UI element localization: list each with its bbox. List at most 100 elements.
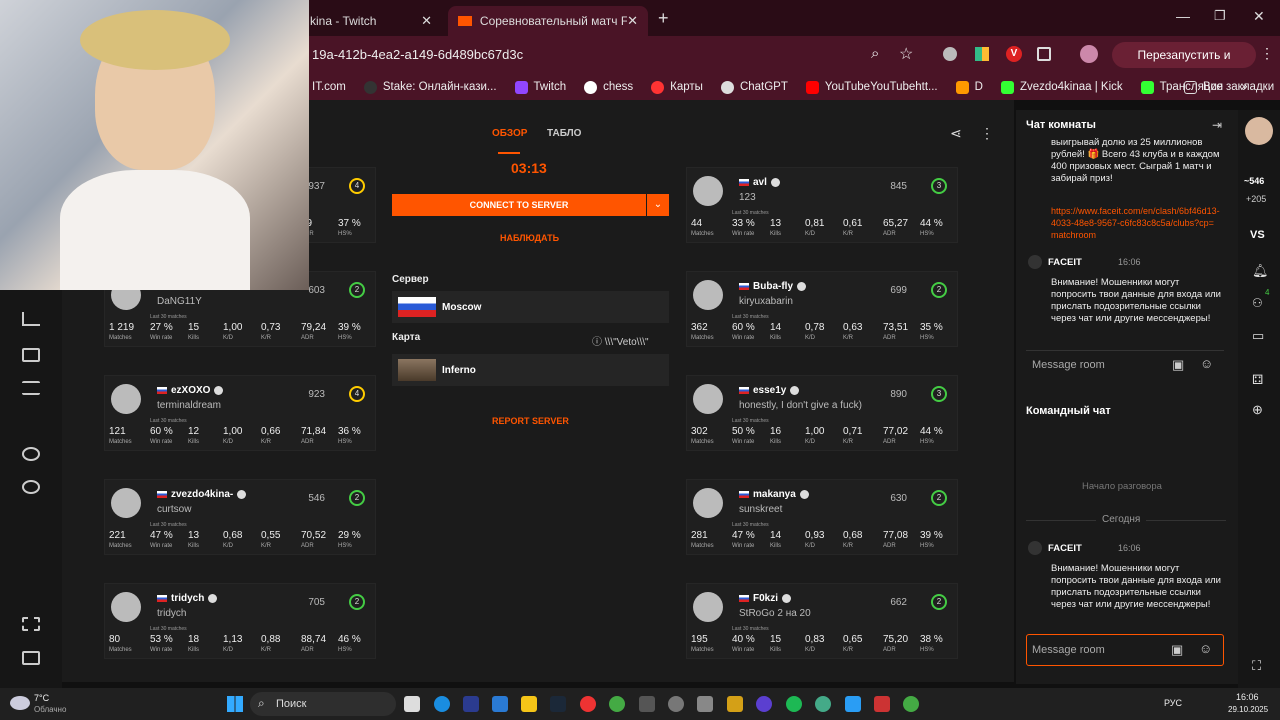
- add-friend-icon[interactable]: ⊕: [1252, 402, 1263, 418]
- puzzle-icon[interactable]: [1037, 47, 1051, 61]
- player-avatar[interactable]: [111, 488, 141, 518]
- new-tab-icon[interactable]: +: [658, 8, 669, 29]
- player-nick[interactable]: makanya: [739, 489, 809, 500]
- store-icon[interactable]: [492, 696, 508, 712]
- player-card[interactable]: ezXOXO terminaldream 923 4 Last 30 matches 12…: [104, 375, 376, 451]
- close-icon[interactable]: ✕: [627, 13, 638, 29]
- player-nick[interactable]: Buba-fly: [739, 281, 806, 292]
- folder-icon[interactable]: [521, 696, 537, 712]
- bookmark-item[interactable]: Zvezdo4kinaa | Kick: [1000, 80, 1123, 94]
- promo-link[interactable]: https://www.faceit.com/en/clash/6bf46d13…: [1051, 205, 1221, 241]
- watch-button[interactable]: НАБЛЮДАТЬ: [500, 233, 559, 243]
- collapse-icon[interactable]: ⇥: [1212, 118, 1222, 132]
- player-name[interactable]: Buba-fly: [753, 281, 793, 292]
- chrome-icon[interactable]: [609, 696, 625, 712]
- emoji-icon[interactable]: ☺: [1200, 356, 1213, 371]
- premiere-icon[interactable]: [463, 696, 479, 712]
- add-icon[interactable]: [22, 480, 40, 494]
- video-icon[interactable]: [22, 348, 40, 362]
- bookmark-item[interactable]: ChatGPT: [720, 80, 788, 94]
- player-name[interactable]: avl: [753, 177, 767, 188]
- clock-date[interactable]: 29.10.2025: [1228, 705, 1268, 714]
- player-nick[interactable]: zvezdo4kina-: [157, 489, 247, 500]
- extension-globe-icon[interactable]: [943, 47, 957, 61]
- vs-icon[interactable]: VS: [1250, 229, 1265, 241]
- player-card[interactable]: makanya sunskreet 630 2 Last 30 matches 281 Ma…: [686, 479, 958, 555]
- star-icon[interactable]: ☆: [899, 44, 913, 64]
- player-name[interactable]: tridych: [171, 593, 204, 604]
- player-card[interactable]: esse1y honestly, I don't give a fuck) 890 3…: [686, 375, 958, 451]
- chat-icon[interactable]: ▭: [1252, 328, 1264, 344]
- profile-avatar[interactable]: [1080, 45, 1098, 63]
- yandex-icon[interactable]: [580, 696, 596, 712]
- bookmark-item[interactable]: D: [955, 80, 983, 94]
- bookmark-item[interactable]: chess: [584, 80, 633, 94]
- steam-icon[interactable]: [550, 696, 566, 712]
- player-avatar[interactable]: [693, 280, 723, 310]
- friends-icon[interactable]: ⚇: [1252, 296, 1263, 310]
- extension-icon[interactable]: [975, 47, 989, 61]
- bookmark-item[interactable]: Stake: Онлайн-кази...: [363, 80, 497, 94]
- bag-icon[interactable]: [22, 651, 40, 665]
- player-name[interactable]: ezXOXO: [171, 385, 210, 396]
- bookmark-item[interactable]: Карты: [651, 80, 703, 94]
- spotify-icon[interactable]: [786, 696, 802, 712]
- windows-icon[interactable]: [227, 696, 243, 712]
- all-bookmarks[interactable]: Все закладки: [1184, 80, 1274, 94]
- maximize-icon[interactable]: ❐: [1214, 8, 1226, 24]
- clock-time[interactable]: 16:06: [1236, 692, 1259, 702]
- list-icon[interactable]: [22, 381, 40, 395]
- player-avatar[interactable]: [693, 488, 723, 518]
- user-avatar[interactable]: [1245, 117, 1273, 145]
- app-icon[interactable]: [668, 696, 684, 712]
- team-chat-input[interactable]: Message room ▣ ☺: [1026, 634, 1224, 666]
- screenshot-icon[interactable]: [22, 617, 40, 631]
- bookmark-item[interactable]: IT.com: [312, 81, 346, 93]
- player-nick[interactable]: avl: [739, 177, 780, 188]
- veto-info[interactable]: ⓘ \\\"Veto\\\": [592, 333, 649, 348]
- image-icon[interactable]: ▣: [1172, 357, 1184, 373]
- window-close-icon[interactable]: ✕: [1253, 8, 1265, 25]
- report-server-button[interactable]: REPORT SERVER: [492, 416, 569, 426]
- zoom-icon[interactable]: ⌕: [871, 45, 879, 62]
- search-box[interactable]: ⌕ Поиск: [250, 692, 396, 716]
- vivaldi-icon[interactable]: V: [1006, 46, 1022, 62]
- player-avatar[interactable]: [111, 592, 141, 622]
- player-name[interactable]: esse1y: [753, 385, 786, 396]
- tab-faceit[interactable]: Соревновательный матч FACE ✕: [448, 6, 648, 36]
- player-card[interactable]: F0kzi StRoGo 2 на 20 662 2 Last 30 matches 19…: [686, 583, 958, 659]
- room-chat-input[interactable]: Message room ▣ ☺: [1026, 350, 1224, 378]
- connect-button[interactable]: CONNECT TO SERVER: [392, 194, 646, 216]
- player-card[interactable]: zvezdo4kina-curtsow 546 2 Last 30 matches 22…: [104, 479, 376, 555]
- stats-icon[interactable]: [22, 312, 40, 326]
- minimize-icon[interactable]: —: [1176, 8, 1190, 24]
- support-icon[interactable]: [22, 447, 40, 461]
- player-avatar[interactable]: [693, 176, 723, 206]
- player-nick[interactable]: ezXOXO: [157, 385, 224, 396]
- bell-icon[interactable]: 🔔︎: [1252, 263, 1269, 279]
- app-icon[interactable]: [727, 696, 743, 712]
- player-avatar[interactable]: [693, 384, 723, 414]
- close-icon[interactable]: ✕: [421, 13, 432, 29]
- player-avatar[interactable]: [111, 384, 141, 414]
- chevron-down-icon[interactable]: ⌄: [647, 194, 669, 216]
- shield-icon[interactable]: [639, 696, 655, 712]
- image-icon[interactable]: ▣: [1171, 642, 1183, 658]
- capcut-icon[interactable]: [697, 696, 713, 712]
- task-view-icon[interactable]: [404, 696, 420, 712]
- party-icon[interactable]: ⚃: [1252, 372, 1263, 388]
- more-icon[interactable]: ⋮: [980, 125, 994, 142]
- bookmark-item[interactable]: YouTubeYouTubehtt...: [805, 80, 938, 94]
- tab-scoreboard[interactable]: ТАБЛО: [547, 128, 581, 139]
- language[interactable]: РУС: [1164, 698, 1182, 708]
- player-name[interactable]: F0kzi: [753, 593, 778, 604]
- url-field[interactable]: 19a-412b-4ea2-a149-6d489bc67d3c: [312, 47, 523, 62]
- player-nick[interactable]: tridych: [157, 593, 218, 604]
- player-card[interactable]: Buba-fly kiryuxabarin 699 2 Last 30 matches 3…: [686, 271, 958, 347]
- app-icon[interactable]: [845, 696, 861, 712]
- player-nick[interactable]: F0kzi: [739, 593, 792, 604]
- menu-dots-icon[interactable]: ⋮: [1260, 45, 1274, 62]
- player-card[interactable]: avl 123 845 3 Last 30 matches 44 Matches 33 % Wi…: [686, 167, 958, 243]
- player-name[interactable]: zvezdo4kina-: [171, 489, 233, 500]
- player-card[interactable]: tridych tridych 705 2 Last 30 matches 80 Match…: [104, 583, 376, 659]
